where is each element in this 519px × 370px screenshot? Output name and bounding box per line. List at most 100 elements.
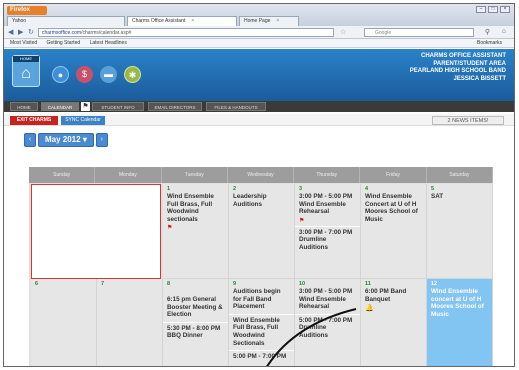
- search-placeholder: Google: [375, 30, 392, 36]
- calendar-event[interactable]: 5:30 PM - 8:00 PM BBQ Dinner: [163, 321, 228, 341]
- bookmarks-toolbar: Most Visited Getting Started Latest Head…: [4, 39, 514, 48]
- action-bar: EXIT CHARMS SYNC Calendar 2 NEWS ITEMS!: [4, 114, 514, 126]
- weekday-header: Thursday: [294, 167, 361, 183]
- close-window-icon[interactable]: ×: [500, 6, 510, 13]
- tab-label: Yahoo: [12, 18, 27, 24]
- calendar-cell-may-9[interactable]: 9 Auditions begin for Fall Band Placemen…: [229, 279, 295, 366]
- calendar-cell-may-11[interactable]: 11 6:00 PM Band Banquet 🔔: [361, 279, 427, 366]
- tab-student-info[interactable]: STUDENT INFO: [92, 102, 144, 111]
- calendar-cell-may-3[interactable]: 3 3:00 PM - 5:00 PM Wind Ensemble Rehear…: [295, 184, 361, 279]
- calendar-event[interactable]: 5:00 PM - 7:00 PM Drumline Auditions: [295, 313, 360, 341]
- header-info: CHARMS OFFICE ASSISTANT PARENT/STUDENT A…: [410, 53, 506, 83]
- back-arrow-icon[interactable]: ◀: [8, 28, 13, 36]
- calendar-cell-may-5[interactable]: 5 SAT: [427, 184, 493, 279]
- weekday-header: Monday: [95, 167, 162, 183]
- calendar-event[interactable]: 6:15 pm General Booster Meeting & Electi…: [163, 295, 228, 320]
- minimize-icon[interactable]: –: [476, 6, 486, 13]
- calendar-event[interactable]: SAT: [427, 192, 492, 202]
- next-month-button[interactable]: ›: [95, 133, 108, 147]
- close-icon[interactable]: ×: [276, 18, 279, 24]
- tab-label: Charms Office Assistant: [132, 18, 186, 24]
- calendar-cell-may-12[interactable]: 12 Wind Ensemble concert at U of H Moore…: [427, 279, 493, 366]
- search-input[interactable]: Google: [364, 28, 474, 37]
- app-menu-bar: HOME CALENDAR ⚑ STUDENT INFO EMAIL DIREC…: [4, 101, 514, 112]
- person-icon[interactable]: ●: [52, 66, 69, 83]
- close-icon[interactable]: ×: [191, 18, 194, 24]
- tab-home[interactable]: HOME: [10, 102, 38, 111]
- calendar-event[interactable]: Wind Ensemble Concert at U of H Moores S…: [361, 192, 426, 224]
- calendar-event[interactable]: 3:00 PM - 5:00 PM Wind Ensemble Rehearsa…: [295, 287, 360, 312]
- url-host: charmsoffice.com: [42, 30, 82, 36]
- tab-charms[interactable]: Charms Office Assistant ×: [127, 16, 237, 26]
- month-selector[interactable]: May 2012 ▾: [38, 133, 94, 147]
- calendar-cell-may-6[interactable]: 6: [31, 279, 97, 366]
- day-number: 12: [431, 281, 438, 287]
- calendar-cell-may-10[interactable]: 10 3:00 PM - 5:00 PM Wind Ensemble Rehea…: [295, 279, 361, 366]
- calendar-cell-may-8[interactable]: 8 6:15 pm General Booster Meeting & Elec…: [163, 279, 229, 366]
- tab-yahoo[interactable]: Yahoo: [7, 16, 125, 26]
- calendar-event[interactable]: Wind Ensemble Full Brass, Full Woodwind …: [229, 313, 294, 348]
- day-number: 3: [299, 186, 303, 192]
- calendar-event[interactable]: Auditions begin for Fall Band Placement: [229, 287, 294, 312]
- news-items-button[interactable]: 2 NEWS ITEMS!: [432, 116, 504, 125]
- calendar-cell-may-2[interactable]: 2 Leadership Auditions: [229, 184, 295, 279]
- calendar-event[interactable]: 3:00 PM - 5:00 PM Wind Ensemble Rehearsa…: [295, 192, 360, 217]
- tab-calendar[interactable]: CALENDAR: [41, 102, 79, 111]
- day-number: 4: [365, 186, 369, 192]
- tab-email-directors[interactable]: EMAIL DIRECTORS: [148, 102, 202, 111]
- forward-arrow-icon[interactable]: ▶: [18, 28, 23, 36]
- day-number: 5: [431, 186, 435, 192]
- tab-files-handouts[interactable]: FILES & HANDOUTS: [206, 102, 266, 111]
- exit-charms-button[interactable]: EXIT CHARMS: [10, 116, 58, 125]
- prev-month-button[interactable]: ‹: [24, 133, 36, 147]
- flag-icon: ⚑: [299, 217, 305, 224]
- bookmark-getting-started[interactable]: Getting Started: [47, 40, 81, 46]
- bookmark-most-visited[interactable]: Most Visited: [10, 40, 37, 46]
- calendar-cell-may-1[interactable]: 1 Wind Ensemble Full Brass, Full Woodwin…: [163, 184, 229, 279]
- day-number: 8: [167, 281, 171, 287]
- calendar-event[interactable]: 6:00 PM Band Banquet: [361, 287, 426, 304]
- calendar-event[interactable]: Wind Ensemble Full Brass, Full Woodwind …: [163, 192, 228, 224]
- maximize-icon[interactable]: □: [488, 6, 498, 13]
- header-line-3: PEARLAND HIGH SCHOOL BAND: [409, 68, 506, 74]
- tab-home-page[interactable]: Home Page ×: [239, 16, 299, 26]
- bell-icon: 🔔: [365, 305, 374, 313]
- money-icon[interactable]: $: [76, 66, 93, 83]
- address-bar[interactable]: charmsoffice.com/charms/calendar.asp#: [38, 28, 334, 37]
- flag-icon[interactable]: ⚑: [81, 102, 90, 111]
- browser-window: Firefox Yahoo Charms Office Assistant × H…: [3, 3, 515, 367]
- window-controls: – □ ×: [476, 6, 510, 13]
- search-icon[interactable]: ⚲: [485, 28, 490, 36]
- weekday-header: Tuesday: [162, 167, 228, 183]
- header-line-1: CHARMS OFFICE ASSISTANT: [421, 53, 506, 59]
- calendar-cell-may-4[interactable]: 4 Wind Ensemble Concert at U of H Moores…: [361, 184, 427, 279]
- calendar-grid: Sunday Monday Tuesday Wednesday Thursday…: [29, 167, 493, 366]
- calendar-event[interactable]: 5:00 PM - 7:00 PM: [229, 350, 294, 362]
- navigation-bar: ◀ ▶ ↻ charmsoffice.com/charms/calendar.a…: [4, 26, 514, 39]
- header-line-4: JESSICA BISSETT: [453, 75, 506, 82]
- firefox-menu-button[interactable]: Firefox: [7, 6, 47, 15]
- calendar-event[interactable]: Wind Ensemble concert at U of H Moores S…: [427, 287, 492, 319]
- calendar-event[interactable]: 3:00 PM - 7:00 PM Drumline Auditions: [295, 225, 360, 253]
- calendar-event[interactable]: Leadership Auditions: [229, 192, 294, 209]
- bookmarks-menu[interactable]: Bookmarks: [477, 39, 502, 47]
- charms-header: HOME ⌂ ● $ ▬ ✱ CHARMS OFFICE ASSISTANT P…: [4, 49, 514, 101]
- day-number: 9: [233, 281, 237, 287]
- tab-label: Home Page: [244, 18, 271, 24]
- weekday-header: Saturday: [427, 167, 493, 183]
- flag-icon: ⚑: [167, 225, 173, 232]
- sync-calendar-button[interactable]: SYNC Calendar: [61, 116, 105, 125]
- reload-icon[interactable]: ↻: [28, 28, 34, 36]
- forms-icon[interactable]: ✱: [124, 66, 141, 83]
- calendar-cell-may-7[interactable]: 7: [97, 279, 163, 366]
- day-number: 6: [35, 281, 39, 287]
- star-icon[interactable]: ☆: [340, 28, 346, 36]
- day-number: 2: [233, 186, 237, 192]
- bookmark-latest-headlines[interactable]: Latest Headlines: [90, 40, 127, 46]
- files-icon[interactable]: ▬: [100, 66, 117, 83]
- tab-strip: Yahoo Charms Office Assistant × Home Page…: [7, 16, 301, 26]
- calendar-cell-empty: [31, 184, 161, 279]
- home-icon[interactable]: ⌂: [502, 28, 506, 35]
- home-tile[interactable]: HOME ⌂: [12, 55, 40, 87]
- day-number: 11: [365, 281, 371, 287]
